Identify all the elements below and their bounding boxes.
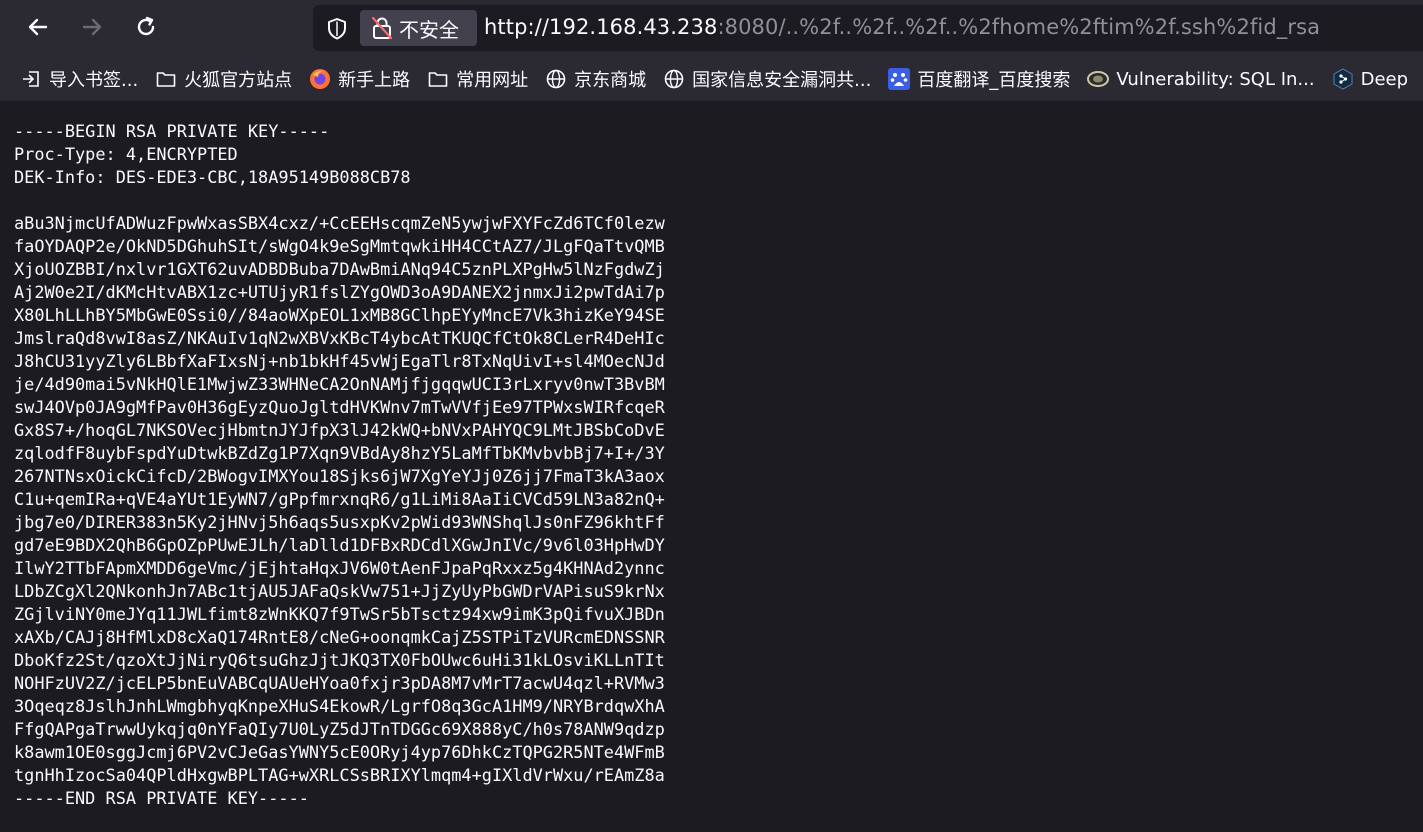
back-button[interactable]: [19, 8, 57, 46]
arrow-right-icon: [82, 18, 102, 36]
import-icon: [20, 68, 42, 90]
address-bar[interactable]: 不安全 http://192.168.43.238:8080/..%2f..%2…: [313, 5, 1423, 51]
url-path: :8080/..%2f..%2f..%2f..%2fhome%2ftim%2f.…: [717, 15, 1321, 39]
security-label: 不安全: [399, 17, 459, 42]
key-line: ZGjlviNY0meJYq11JWLfimt8zWnKKQ7f9TwSr5bT…: [14, 604, 665, 624]
bookmark-label: 导入书签...: [49, 70, 139, 91]
key-line: gd7eE9BDX2QhB6GpOZpPUwEJLh/laDlld1DFBxRD…: [14, 535, 665, 555]
bookmark-label: 京东商城: [574, 70, 647, 91]
rsa-private-key-text: -----BEGIN RSA PRIVATE KEY----- Proc-Type…: [14, 120, 665, 810]
reload-icon: [137, 16, 155, 36]
key-line: aBu3NjmcUfADWuzFpwWxasSBX4cxz/+CcEEHscqm…: [14, 213, 665, 233]
bookmark-import[interactable]: 导入书签...: [20, 62, 138, 96]
url-text[interactable]: http://192.168.43.238:8080/..%2f..%2f..%…: [484, 15, 1320, 39]
bookmark-label: 新手上路: [338, 70, 411, 91]
bookmark-label: 常用网址: [456, 70, 529, 91]
key-line: Gx8S7+/hoqGL7NKSOVecjHbmtnJYJfpX3lJ42kWQ…: [14, 420, 665, 440]
key-line: NOHFzUV2Z/jcELP5bnEuVABCqUAUeHYoa0fxjr3p…: [14, 673, 665, 693]
deepl-icon: [1332, 68, 1354, 90]
bookmark-firefox-site[interactable]: 火狐官方站点: [155, 62, 292, 96]
baidu-icon: [888, 68, 911, 90]
forward-button[interactable]: [73, 8, 111, 46]
key-line: X80LhLLhBY5MbGwE0Ssi0//84aoWXpEOL1xMB8GC…: [14, 305, 665, 325]
bookmark-baidu-translate[interactable]: 百度翻译_百度搜索: [888, 62, 1070, 96]
key-line: je/4d90mai5vNkHQlE1MwjwZ33WHNeCA2OnNAMjf…: [14, 374, 665, 394]
folder-icon: [427, 68, 449, 90]
key-line: -----BEGIN RSA PRIVATE KEY-----: [14, 121, 330, 141]
dvwa-icon: [1087, 68, 1110, 90]
key-line: faOYDAQP2e/OkND5DGhuhSIt/sWgO4k9eSgMmtqw…: [14, 236, 665, 256]
key-line: DEK-Info: DES-EDE3-CBC,18A95149B088CB78: [14, 167, 411, 187]
bookmark-cnvd[interactable]: 国家信息安全漏洞共...: [663, 62, 871, 96]
globe-icon: [545, 68, 567, 90]
bookmarks-toolbar: 导入书签... 火狐官方站点 新手上路 常用网址 京东商城 国家信息安全漏洞共.…: [0, 62, 1423, 96]
bookmark-label: 百度翻译_百度搜索: [917, 70, 1071, 91]
bookmark-jd[interactable]: 京东商城: [545, 62, 646, 96]
key-line: J8hCU31yyZly6LBbfXaFIxsNj+nb1bkHf45vWjEg…: [14, 351, 665, 371]
bookmark-label: Vulnerability: SQL In...: [1116, 68, 1315, 90]
key-line: xAXb/CAJj8HfMlxD8cXaQ174RntE8/cNeG+oonqm…: [14, 627, 665, 647]
insecure-lock-icon: [372, 16, 392, 40]
bookmark-common-sites[interactable]: 常用网址: [427, 62, 528, 96]
bookmark-label: Deep: [1360, 68, 1409, 90]
folder-icon: [155, 68, 177, 90]
bookmark-deepl[interactable]: Deep: [1332, 62, 1408, 96]
key-line: DboKfz2St/qzoXtJjNiryQ6tsuGhzJjtJKQ3TX0F…: [14, 650, 665, 670]
connection-insecure-badge[interactable]: 不安全: [360, 10, 477, 46]
key-line: JmslraQd8vwI8asZ/NKAuIv1qN2wXBVxKBcT4ybc…: [14, 328, 665, 348]
key-line: -----END RSA PRIVATE KEY-----: [14, 788, 309, 808]
key-line: 267NTNsxOickCifcD/2BWogvIMXYou18Sjks6jW7…: [14, 466, 665, 486]
bookmark-label: 国家信息安全漏洞共...: [692, 70, 872, 91]
key-line: 3Oqeqz8JslhJnhLWmgbhyqKnpeXHuS4EkowR/Lgr…: [14, 696, 665, 716]
key-line: Proc-Type: 4,ENCRYPTED: [14, 144, 238, 164]
key-line: C1u+qemIRa+qVE4aYUt1EyWN7/gPpfmrxnqR6/g1…: [14, 489, 665, 509]
browser-chrome: 不安全 http://192.168.43.238:8080/..%2f..%2…: [0, 0, 1423, 101]
tracking-protection-shield-icon[interactable]: [325, 17, 349, 41]
arrow-left-icon: [28, 18, 48, 36]
key-line: zqlodfF8uybFspdYuDtwkBZdZg1P7Xqn9VBdAy8h…: [14, 443, 665, 463]
bookmark-dvwa[interactable]: Vulnerability: SQL In...: [1087, 62, 1315, 96]
reload-button[interactable]: [127, 8, 165, 46]
key-line: k8awm1OE0sggJcmj6PV2vCJeGasYWNY5cE0ORyj4…: [14, 742, 665, 762]
key-line: IlwY2TTbFApmXMDD6geVmc/jEjhtaHqxJV6W0tAe…: [14, 558, 665, 578]
bookmark-getting-started[interactable]: 新手上路: [309, 62, 410, 96]
key-line: jbg7e0/DIRER383n5Ky2jHNvj5h6aqs5usxpKv2p…: [14, 512, 665, 532]
key-line: Aj2W0e2I/dKMcHtvABX1zc+UTUjyR1fslZYgOWD3…: [14, 282, 665, 302]
key-line: tgnHhIzocSa04QPldHxgwBPLTAG+wXRLCSsBRIXY…: [14, 765, 665, 785]
key-line: [14, 189, 665, 212]
key-line: LDbZCgXl2QNkonhJn7ABc1tjAU5JAFaQskVw751+…: [14, 581, 665, 601]
url-host: http://192.168.43.238: [484, 15, 718, 39]
key-line: swJ4OVp0JA9gMfPav0H36gEyzQuoJgltdHVKWnv7…: [14, 397, 665, 417]
globe-icon: [663, 68, 685, 90]
bookmark-label: 火狐官方站点: [184, 70, 293, 91]
key-line: XjoUOZBBI/nxlvr1GXT62uvADBDBuba7DAwBmiAN…: [14, 259, 665, 279]
firefox-icon: [309, 68, 331, 90]
key-line: FfgQAPgaTrwwUykqjq0nYFaQIy7U0LyZ5dJTnTDG…: [14, 719, 665, 739]
